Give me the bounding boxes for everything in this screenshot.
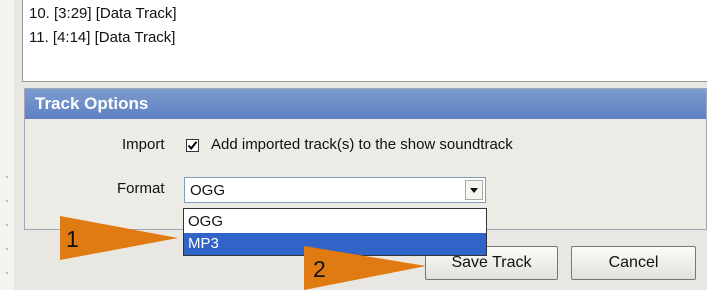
callout-number-2: 2 [313, 256, 326, 282]
callout-number-1: 1 [66, 226, 79, 252]
annotation-layer [60, 216, 426, 290]
